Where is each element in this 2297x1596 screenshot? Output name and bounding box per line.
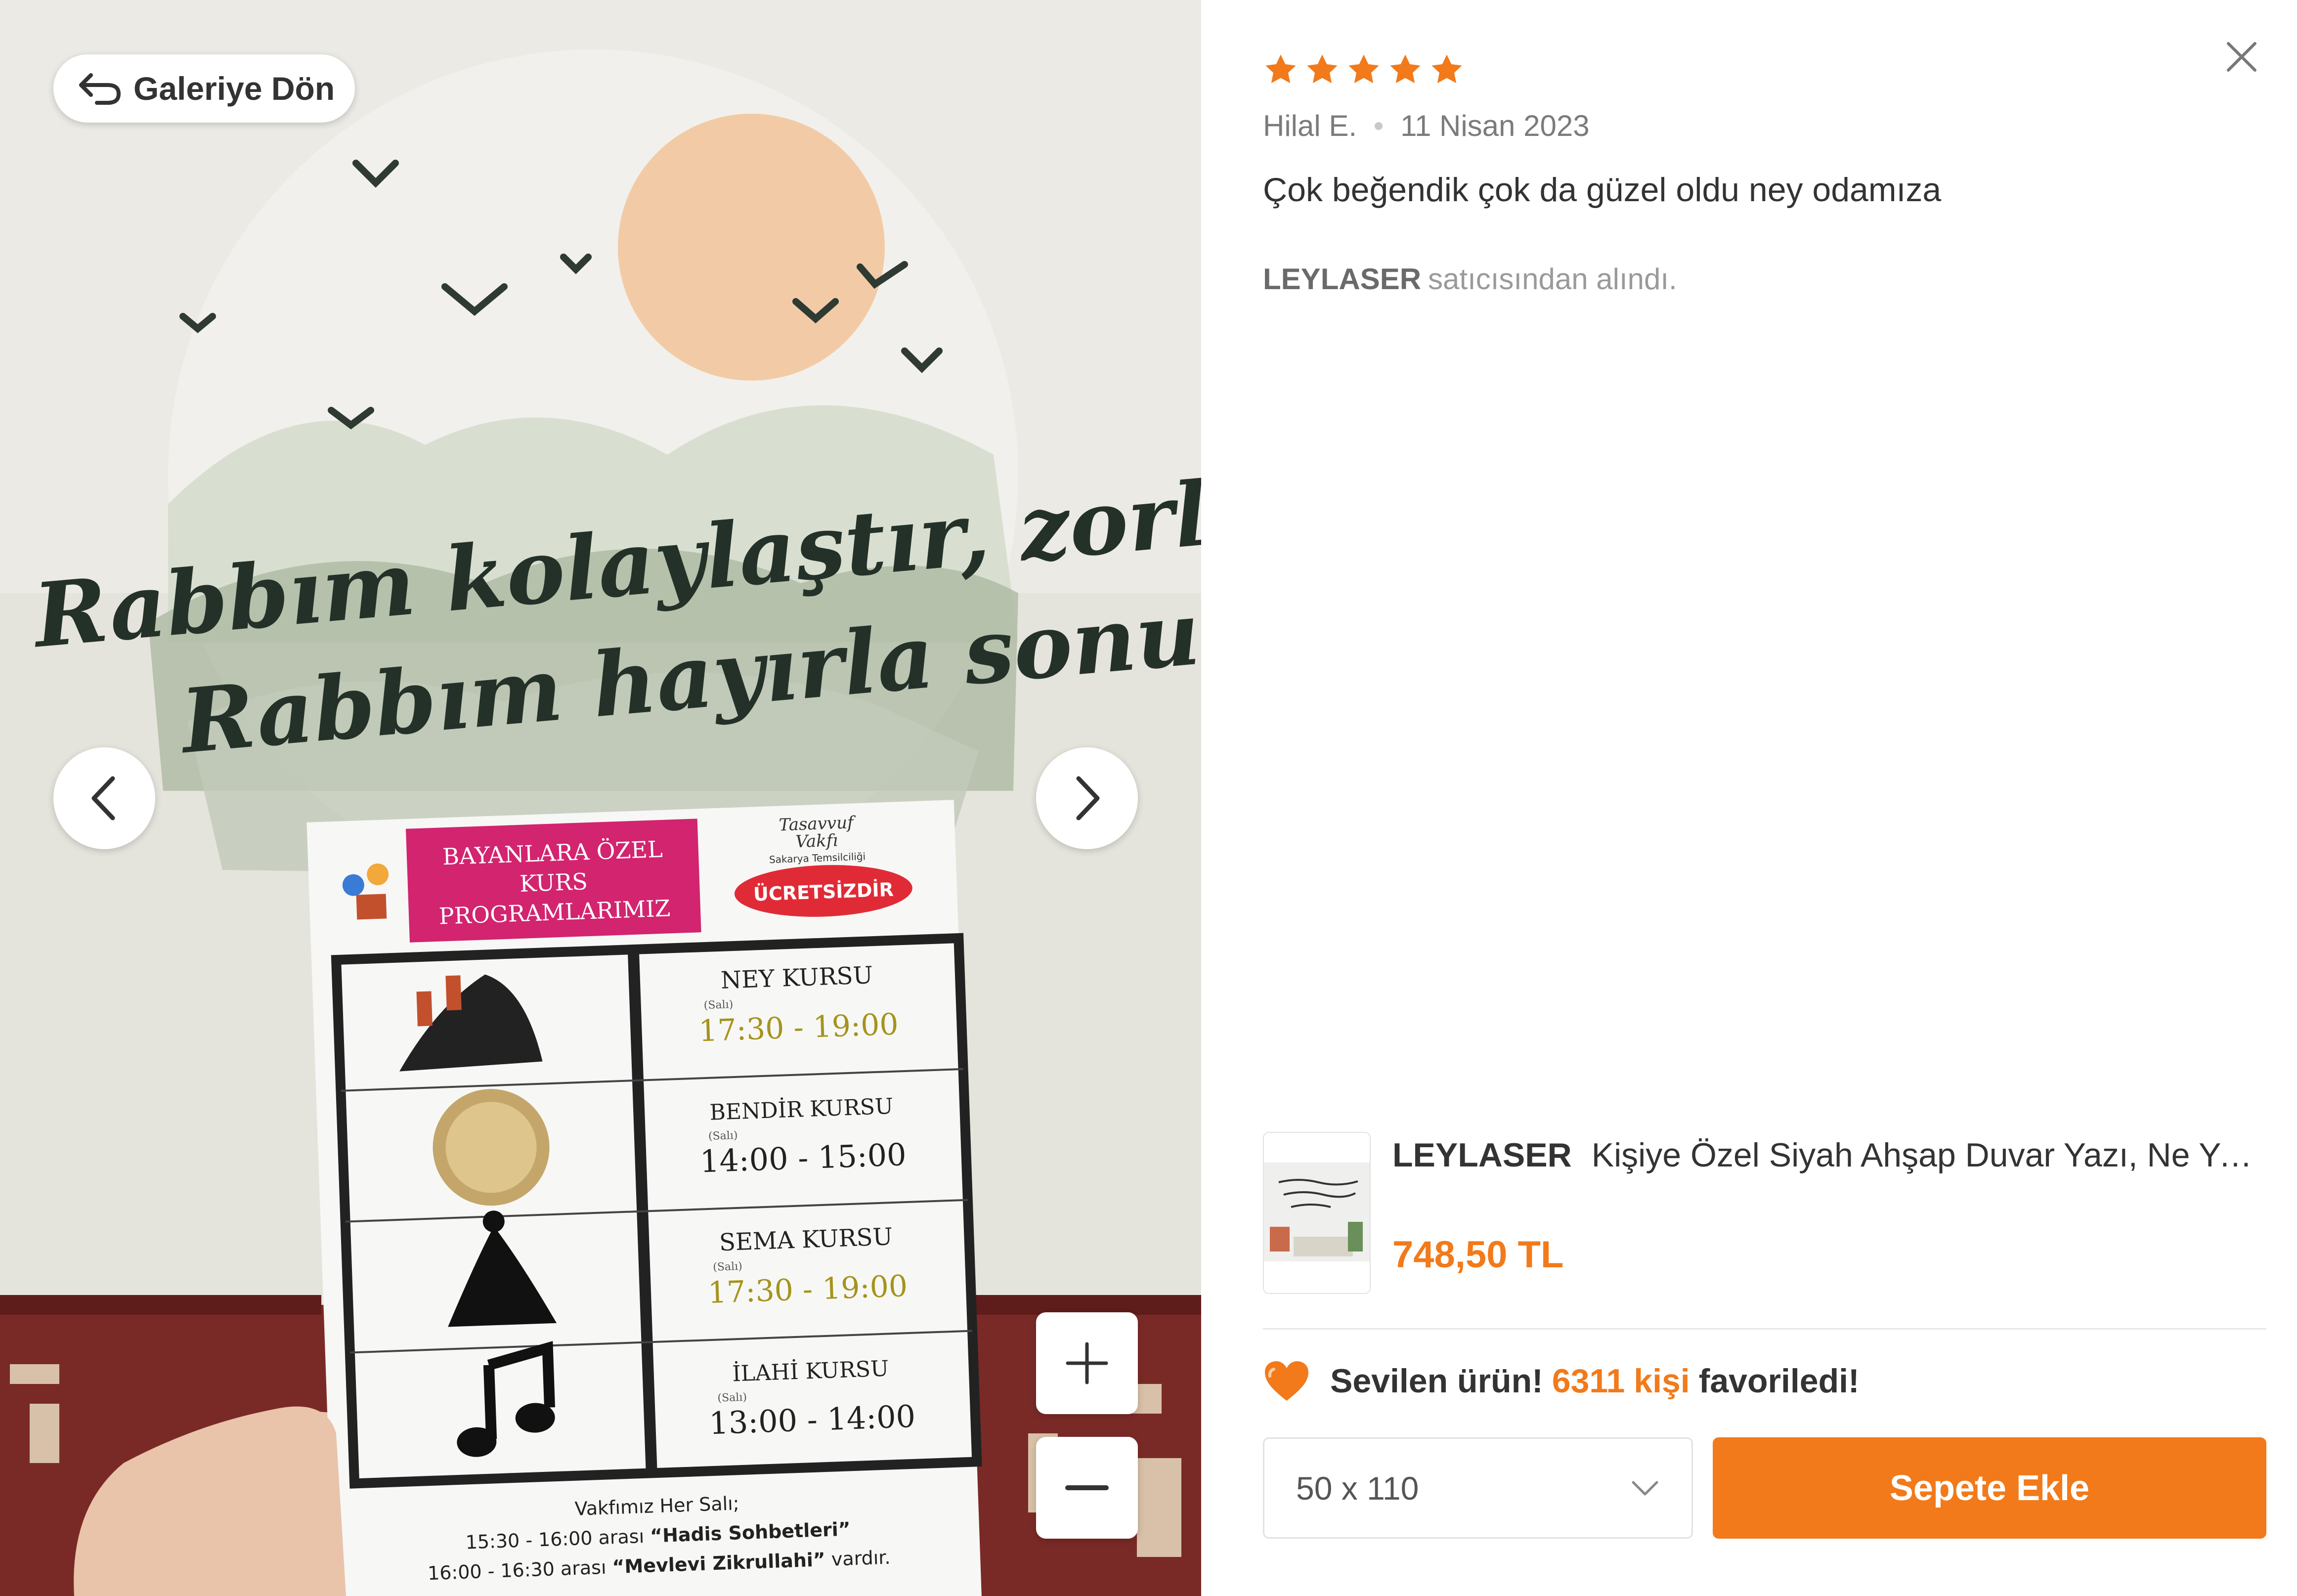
size-select[interactable]: 50 x 110 [1263,1437,1693,1539]
back-to-gallery-button[interactable]: Galeriye Dön [53,54,355,123]
image-viewer: Rabbım kolaylaştır, zorlaştırma Rabbım h… [0,0,1201,1596]
product-thumbnail-image [1264,1133,1370,1293]
previous-image-button[interactable] [53,747,155,849]
review-date: 11 Nisan 2023 [1400,109,1590,142]
star-icon [1431,54,1462,84]
favorite-kisi: kişi [1634,1362,1690,1400]
return-arrow-icon [79,73,121,105]
divider [1263,1328,2266,1330]
seller-info: LEYLASER satıcısından alındı. [1263,262,1677,296]
seller-suffix: satıcısından alındı. [1428,262,1677,296]
product-thumbnail[interactable] [1263,1132,1371,1294]
size-select-value: 50 x 110 [1296,1469,1419,1507]
review-photo: Rabbım kolaylaştır, zorlaştırma Rabbım h… [0,0,1201,1596]
rating-stars [1263,52,1465,87]
course-2-day: (Salı) [708,1129,738,1143]
product-price: 748,50 TL [1392,1234,1564,1276]
chevron-left-icon [91,776,115,820]
chevron-right-icon [1076,776,1100,820]
close-icon [2227,42,2256,72]
favorite-count: 6311 [1552,1362,1625,1400]
course-1-name: NEY KURSU [720,961,873,994]
favorite-info: Sevilen ürün! 6311 kişi favoriledi! [1263,1359,1860,1403]
heart-icon [1265,1361,1308,1401]
review-text: Çok beğendik çok da güzel oldu ney odamı… [1263,171,1942,209]
course-3-time: 17:30 - 19:00 [707,1269,908,1310]
review-meta: Hilal E. 11 Nisan 2023 [1263,109,1590,143]
separator-dot [1375,122,1383,130]
seller-name: LEYLASER [1263,262,1422,296]
review-panel: Hilal E. 11 Nisan 2023 Çok beğendik çok … [1201,0,2297,1596]
favorite-suffix: favoriledi! [1698,1362,1860,1400]
next-image-button[interactable] [1036,747,1138,849]
course-2-time: 14:00 - 15:00 [699,1136,907,1180]
product-name: Kişiye Özel Siyah Ahşap Duvar Yazı, Ne Y… [1591,1136,2266,1174]
flyer-org-2: Vakfı [795,830,838,852]
add-to-cart-button[interactable]: Sepete Ekle [1713,1437,2266,1539]
zoom-out-button[interactable] [1036,1437,1138,1539]
course-1-day: (Salı) [703,998,733,1012]
chevron-down-icon [1632,1481,1658,1496]
close-button[interactable] [2219,35,2264,79]
course-4-day: (Salı) [717,1391,747,1405]
review-author: Hilal E. [1263,109,1357,142]
plus-icon [1066,1342,1108,1384]
course-3-day: (Salı) [713,1260,742,1274]
favorite-prefix: Sevilen ürün! [1330,1362,1543,1400]
star-icon [1265,54,1296,84]
flyer-header-2: KURS [519,868,588,897]
product-brand: LEYLASER [1392,1136,1572,1174]
star-icon [1307,54,1338,84]
product-title[interactable]: LEYLASER Kişiye Özel Siyah Ahşap Duvar Ya… [1392,1136,2266,1174]
zoom-in-button[interactable] [1036,1312,1138,1414]
star-icon [1348,54,1379,84]
minus-icon [1065,1485,1109,1490]
course-4-time: 13:00 - 14:00 [708,1398,916,1442]
star-icon [1390,54,1421,84]
product-card[interactable]: LEYLASER Kişiye Özel Siyah Ahşap Duvar Ya… [1263,1132,2266,1295]
back-to-gallery-label: Galeriye Dön [133,70,335,107]
course-1-time: 17:30 - 19:00 [698,1007,899,1048]
